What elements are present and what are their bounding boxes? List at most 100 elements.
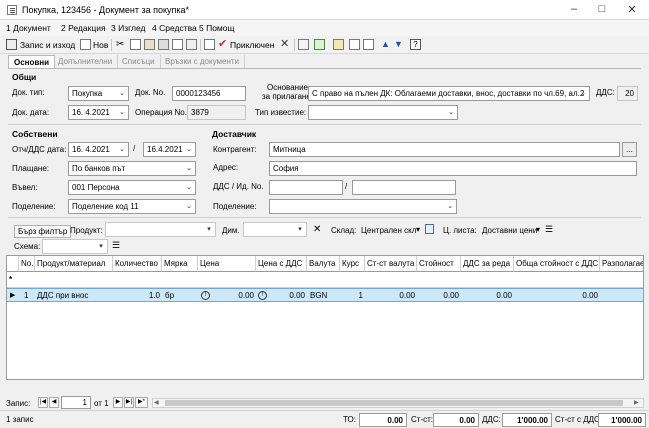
new-record-button[interactable]: ▶*	[135, 397, 148, 408]
own-division-select[interactable]: Поделение код 11 ⌄	[68, 199, 196, 214]
table-row[interactable]: ▶ 1 ДДС при внос 1.0 бр ! 0.00 ! 0.00 BG…	[7, 288, 643, 302]
column-header[interactable]: Разполагаемо	[600, 256, 643, 272]
move-up-icon[interactable]: ▲	[381, 39, 392, 50]
doc-date-picker[interactable]: 16. 4.2021 ⌄	[68, 105, 129, 120]
price-vat-info-icon[interactable]: !	[258, 291, 267, 300]
payment-select[interactable]: По банков път ⌄	[68, 161, 196, 176]
column-header[interactable]: Количество	[113, 256, 162, 272]
paste-icon[interactable]	[144, 39, 155, 50]
minimize-button[interactable]: –	[566, 3, 582, 17]
tab-additional[interactable]: Допълнителни	[53, 55, 119, 69]
column-header[interactable]: Курс	[340, 256, 365, 272]
copy-row-icon[interactable]	[363, 39, 374, 50]
close-button[interactable]: ✕	[624, 3, 640, 17]
product-filter-select[interactable]: ▾	[105, 222, 216, 237]
vat-date-to-picker[interactable]: 16.4.2021 ⌄	[143, 142, 196, 157]
chevron-down-icon[interactable]: ▾	[416, 225, 420, 234]
copy-icon[interactable]	[130, 39, 141, 50]
contractor-browse-button[interactable]: ...	[622, 142, 637, 157]
column-header[interactable]: Стойност	[417, 256, 461, 272]
current-record-input[interactable]: 1	[61, 396, 91, 409]
chevron-down-icon[interactable]: ▾	[536, 225, 540, 234]
pricelist-select[interactable]: Доставни цени	[482, 226, 537, 235]
new-row-icon[interactable]	[349, 39, 360, 50]
first-record-button[interactable]: |◀	[38, 397, 48, 408]
row-quantity[interactable]: 1.0	[113, 291, 160, 300]
address-field[interactable]: София	[269, 161, 637, 176]
column-header[interactable]: Обща стойност с ДДС	[514, 256, 600, 272]
notice-type-select[interactable]: ⌄	[308, 105, 458, 120]
column-header[interactable]: Валута	[307, 256, 340, 272]
maximize-button[interactable]: □	[594, 3, 610, 17]
tab-lists[interactable]: Списъци	[117, 55, 161, 69]
warehouse-select[interactable]: Централен скл	[361, 226, 416, 235]
scheme-select[interactable]: ▾	[42, 239, 108, 254]
tab-document-links[interactable]: Връзки с документи	[160, 55, 245, 69]
supplier-division-select[interactable]: ⌄	[269, 199, 457, 214]
vat-total-value: 1'000.00	[502, 413, 552, 427]
menu-help[interactable]: 5 Помощ	[199, 23, 235, 33]
row-rate[interactable]: 1	[340, 291, 363, 300]
export-icon[interactable]	[186, 39, 197, 50]
column-header[interactable]: Ст-ст валута	[365, 256, 417, 272]
refresh-icon[interactable]	[314, 39, 325, 50]
row-currency[interactable]: BGN	[310, 291, 327, 300]
vat-total-label: ДДС:	[482, 415, 501, 424]
row-price-vat[interactable]: 0.00	[269, 291, 305, 300]
column-header[interactable]: Цена с ДДС	[256, 256, 307, 272]
prev-record-button[interactable]: ◀	[49, 397, 59, 408]
new-button[interactable]: Нов	[93, 40, 108, 50]
filter-settings-icon[interactable]: ☰	[545, 224, 553, 235]
entered-by-select[interactable]: 001 Персона ⌄	[68, 180, 196, 195]
row-vat[interactable]: 0.00	[461, 291, 512, 300]
help-icon[interactable]: ?	[410, 39, 421, 50]
basis-select[interactable]: С право на пълен ДК: Облагаеми доставки,…	[308, 86, 590, 101]
print-icon[interactable]	[158, 39, 169, 50]
column-header[interactable]: Продукт/материал	[35, 256, 113, 272]
move-down-icon[interactable]: ▼	[394, 39, 405, 50]
menu-tools[interactable]: 4 Средства	[152, 23, 197, 33]
warehouse-info-icon[interactable]	[425, 224, 434, 234]
row-total-vat[interactable]: 0.00	[514, 291, 598, 300]
row-currency-value[interactable]: 0.00	[365, 291, 415, 300]
insert-row-icon[interactable]	[333, 39, 344, 50]
doc-type-select[interactable]: Покупка ⌄	[68, 86, 129, 101]
items-grid[interactable]: No. Продукт/материал Количество Мярка Це…	[6, 255, 644, 380]
menu-document[interactable]: 1 Документ	[6, 23, 51, 33]
row-unit[interactable]: бр	[165, 291, 174, 300]
row-value[interactable]: 0.00	[417, 291, 459, 300]
row-price[interactable]: 0.00	[212, 291, 254, 300]
scheme-settings-icon[interactable]: ☰	[112, 240, 120, 251]
column-header[interactable]: Мярка	[162, 256, 198, 272]
next-record-button[interactable]: ▶	[113, 397, 123, 408]
new-row[interactable]: *	[7, 272, 643, 288]
menu-view[interactable]: 3 Изглед	[111, 23, 145, 33]
menu-edit[interactable]: 2 Редакция	[61, 23, 106, 33]
chevron-down-icon: ▾	[207, 226, 211, 233]
last-record-button[interactable]: ▶|	[124, 397, 134, 408]
column-header[interactable]: ДДС за реда	[461, 256, 514, 272]
vat-date-from-picker[interactable]: 16. 4.2021 ⌄	[68, 142, 129, 157]
horizontal-scrollbar[interactable]: ◀ ▶	[152, 398, 644, 408]
column-header[interactable]: Цена	[198, 256, 256, 272]
save-exit-button[interactable]: Запис и изход	[20, 40, 75, 50]
clear-filter-icon[interactable]: ✕	[313, 224, 321, 235]
edit-icon[interactable]	[204, 39, 215, 50]
row-product[interactable]: ДДС при внос	[37, 291, 88, 300]
delete-icon[interactable]: ✕	[280, 39, 291, 50]
doc-no-field[interactable]: 0000123456	[172, 86, 246, 101]
vat-id-separator: /	[345, 182, 348, 191]
price-info-icon[interactable]: !	[201, 291, 210, 300]
dimension-select[interactable]: ▾	[243, 222, 307, 237]
vat-number-field[interactable]	[269, 180, 343, 195]
quick-filter-button[interactable]: Бърз филтър	[14, 225, 72, 238]
scrollbar-thumb[interactable]	[165, 400, 623, 406]
preview-icon[interactable]	[172, 39, 183, 50]
document-icon[interactable]	[298, 39, 309, 50]
cut-icon[interactable]: ✂	[116, 39, 127, 50]
tab-main[interactable]: Основни	[8, 55, 56, 69]
column-header[interactable]: No.	[19, 256, 35, 272]
id-number-field[interactable]	[352, 180, 456, 195]
posted-button[interactable]: Приключен	[230, 40, 274, 50]
contractor-field[interactable]: Митница	[269, 142, 620, 157]
